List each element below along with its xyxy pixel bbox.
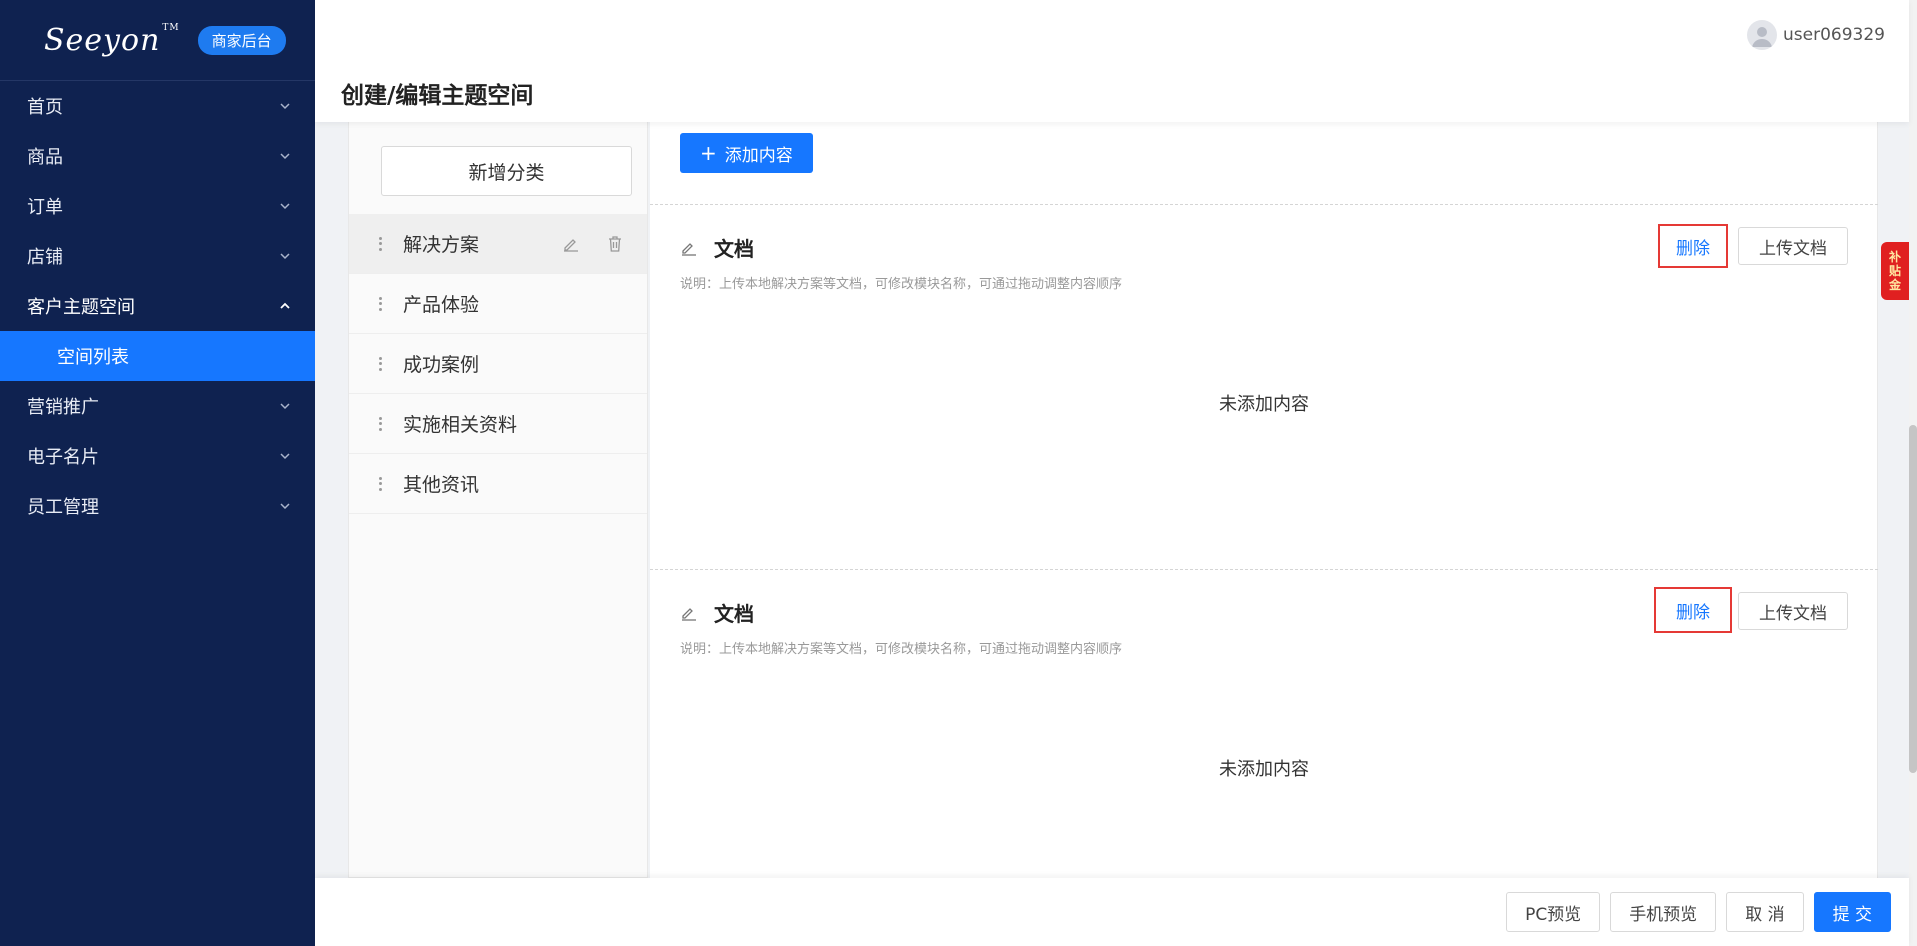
nav-item-store[interactable]: 店铺 bbox=[0, 231, 315, 281]
username: user069329 bbox=[1783, 25, 1885, 45]
drag-handle-icon[interactable] bbox=[377, 236, 383, 251]
nav-item-staff[interactable]: 员工管理 bbox=[0, 481, 315, 531]
mobile-preview-button[interactable]: 手机预览 bbox=[1610, 892, 1717, 932]
scrollbar-thumb[interactable] bbox=[1909, 425, 1917, 773]
delete-button[interactable]: 删除 bbox=[1658, 224, 1728, 268]
module-title: 文档 bbox=[714, 237, 754, 261]
edit-icon[interactable] bbox=[561, 234, 581, 254]
plus-icon: + bbox=[700, 141, 717, 165]
category-item[interactable]: 成功案例 bbox=[349, 334, 647, 394]
category-label: 成功案例 bbox=[403, 354, 480, 376]
drag-handle-icon[interactable] bbox=[377, 476, 383, 491]
category-item[interactable]: 实施相关资料 bbox=[349, 394, 647, 454]
nav-label: 订单 bbox=[27, 197, 63, 218]
submit-button[interactable]: 提 交 bbox=[1813, 892, 1891, 932]
content-panel: + 添加内容 文档 说明：上传本地解决方案等文档，可修改模块名称，可通过拖动调整… bbox=[650, 122, 1878, 878]
edit-title-icon[interactable] bbox=[680, 604, 698, 622]
nav-item-products[interactable]: 商品 bbox=[0, 131, 315, 181]
nav-label: 营销推广 bbox=[27, 397, 99, 418]
add-category-button[interactable]: 新增分类 bbox=[381, 146, 632, 196]
page-header: user069329 创建/编辑主题空间 bbox=[315, 0, 1909, 122]
chevron-down-icon bbox=[279, 250, 291, 262]
nav-label: 商品 bbox=[27, 147, 63, 168]
page-scrollbar[interactable] bbox=[1909, 0, 1917, 946]
chevron-down-icon bbox=[279, 500, 291, 512]
page-footer: PC预览 手机预览 取 消 提 交 bbox=[315, 878, 1909, 946]
category-label: 产品体验 bbox=[403, 294, 480, 316]
add-content-button[interactable]: + 添加内容 bbox=[680, 133, 813, 173]
empty-state: 未添加内容 bbox=[1219, 394, 1309, 415]
subsidy-float-tag[interactable]: 补 贴 金 bbox=[1881, 242, 1909, 300]
upload-document-button[interactable]: 上传文档 bbox=[1738, 227, 1848, 265]
user-menu[interactable]: user069329 bbox=[1747, 20, 1885, 50]
nav-item-customer-space[interactable]: 客户主题空间 bbox=[0, 281, 315, 331]
chevron-down-icon bbox=[279, 450, 291, 462]
nav-label: 客户主题空间 bbox=[27, 297, 135, 318]
nav-item-marketing[interactable]: 营销推广 bbox=[0, 381, 315, 431]
sidebar: Seeyon TM 商家后台 首页 商品 订单 店铺 客户主题空间 空间列表 营销… bbox=[0, 0, 315, 946]
trash-icon[interactable] bbox=[605, 234, 625, 254]
merchant-badge: 商家后台 bbox=[197, 25, 286, 55]
module-header: 文档 bbox=[680, 233, 754, 262]
nav-subitem-space-list[interactable]: 空间列表 bbox=[0, 331, 315, 381]
page-title: 创建/编辑主题空间 bbox=[341, 83, 534, 109]
nav-label: 电子名片 bbox=[27, 447, 99, 468]
add-content-label: 添加内容 bbox=[724, 145, 793, 166]
document-module: 文档 说明：上传本地解决方案等文档，可修改模块名称，可通过拖动调整内容顺序 删除… bbox=[650, 205, 1878, 569]
brand-logo: Seeyon TM bbox=[44, 22, 180, 58]
float-tag-char: 金 bbox=[1888, 278, 1901, 292]
category-label: 解决方案 bbox=[403, 234, 480, 256]
sidebar-nav: 首页 商品 订单 店铺 客户主题空间 空间列表 营销推广 电子名片 员工管理 bbox=[0, 81, 315, 531]
category-item[interactable]: 解决方案 bbox=[349, 214, 647, 274]
category-panel: 新增分类 解决方案 产品体验 成功案例 实施相关资料 其他资讯 bbox=[348, 122, 648, 878]
float-tag-char: 贴 bbox=[1888, 264, 1901, 278]
category-list: 解决方案 产品体验 成功案例 实施相关资料 其他资讯 bbox=[349, 214, 647, 514]
nav-label: 首页 bbox=[27, 97, 63, 118]
category-label: 其他资讯 bbox=[403, 474, 480, 496]
category-item[interactable]: 产品体验 bbox=[349, 274, 647, 334]
drag-handle-icon[interactable] bbox=[377, 356, 383, 371]
nav-item-business-card[interactable]: 电子名片 bbox=[0, 431, 315, 481]
nav-label: 员工管理 bbox=[27, 497, 99, 518]
sidebar-header: Seeyon TM 商家后台 bbox=[0, 0, 315, 81]
module-header: 文档 bbox=[680, 598, 754, 627]
chevron-down-icon bbox=[279, 200, 291, 212]
chevron-up-icon bbox=[279, 300, 291, 312]
avatar-icon bbox=[1747, 20, 1778, 50]
upload-document-button[interactable]: 上传文档 bbox=[1738, 592, 1848, 630]
category-actions bbox=[561, 234, 625, 254]
pc-preview-button[interactable]: PC预览 bbox=[1506, 892, 1601, 932]
chevron-down-icon bbox=[279, 150, 291, 162]
nav-label: 店铺 bbox=[27, 247, 63, 268]
footer-actions: PC预览 手机预览 取 消 提 交 bbox=[1506, 892, 1891, 932]
cancel-button[interactable]: 取 消 bbox=[1726, 892, 1804, 932]
category-item[interactable]: 其他资讯 bbox=[349, 454, 647, 514]
empty-state: 未添加内容 bbox=[1219, 759, 1309, 780]
delete-button[interactable]: 删除 bbox=[1654, 587, 1732, 633]
nav-item-orders[interactable]: 订单 bbox=[0, 181, 315, 231]
category-label: 实施相关资料 bbox=[403, 414, 518, 436]
chevron-down-icon bbox=[279, 400, 291, 412]
module-description: 说明：上传本地解决方案等文档，可修改模块名称，可通过拖动调整内容顺序 bbox=[680, 277, 1123, 292]
float-tag-char: 补 bbox=[1888, 250, 1901, 264]
module-description: 说明：上传本地解决方案等文档，可修改模块名称，可通过拖动调整内容顺序 bbox=[680, 642, 1123, 657]
nav-item-home[interactable]: 首页 bbox=[0, 81, 315, 131]
drag-handle-icon[interactable] bbox=[377, 296, 383, 311]
chevron-down-icon bbox=[279, 100, 291, 112]
drag-handle-icon[interactable] bbox=[377, 416, 383, 431]
edit-title-icon[interactable] bbox=[680, 239, 698, 257]
module-title: 文档 bbox=[714, 602, 754, 626]
